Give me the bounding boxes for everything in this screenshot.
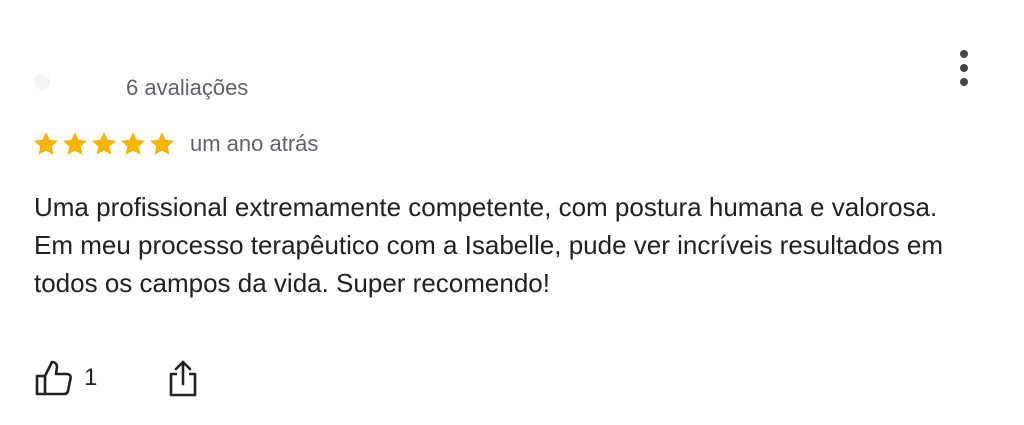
share-icon	[170, 360, 197, 397]
reviewer-review-count: 6 avaliações	[126, 75, 249, 100]
share-button[interactable]	[167, 358, 199, 398]
like-count: 1	[84, 364, 98, 391]
rating-row: um ano atrás	[32, 128, 318, 160]
review-card: 6 avaliações um ano atrás Uma profission…	[0, 0, 1024, 425]
star-rating	[32, 130, 176, 158]
star-icon	[91, 132, 117, 155]
star-icon	[33, 132, 59, 155]
avatar[interactable]	[34, 74, 50, 90]
more-vert-icon-dot	[960, 64, 968, 72]
star-icon	[149, 132, 175, 155]
review-timestamp: um ano atrás	[190, 131, 319, 156]
more-options-button[interactable]	[950, 48, 978, 88]
more-vert-icon	[960, 50, 968, 58]
more-vert-icon-dot	[960, 78, 968, 86]
review-actions: 1	[34, 358, 199, 398]
review-text: Uma profissional extremamente competente…	[34, 192, 943, 298]
star-icon	[120, 132, 146, 155]
thumb-up-icon	[35, 360, 72, 396]
like-button[interactable]: 1	[34, 358, 97, 398]
star-icon	[62, 132, 88, 155]
